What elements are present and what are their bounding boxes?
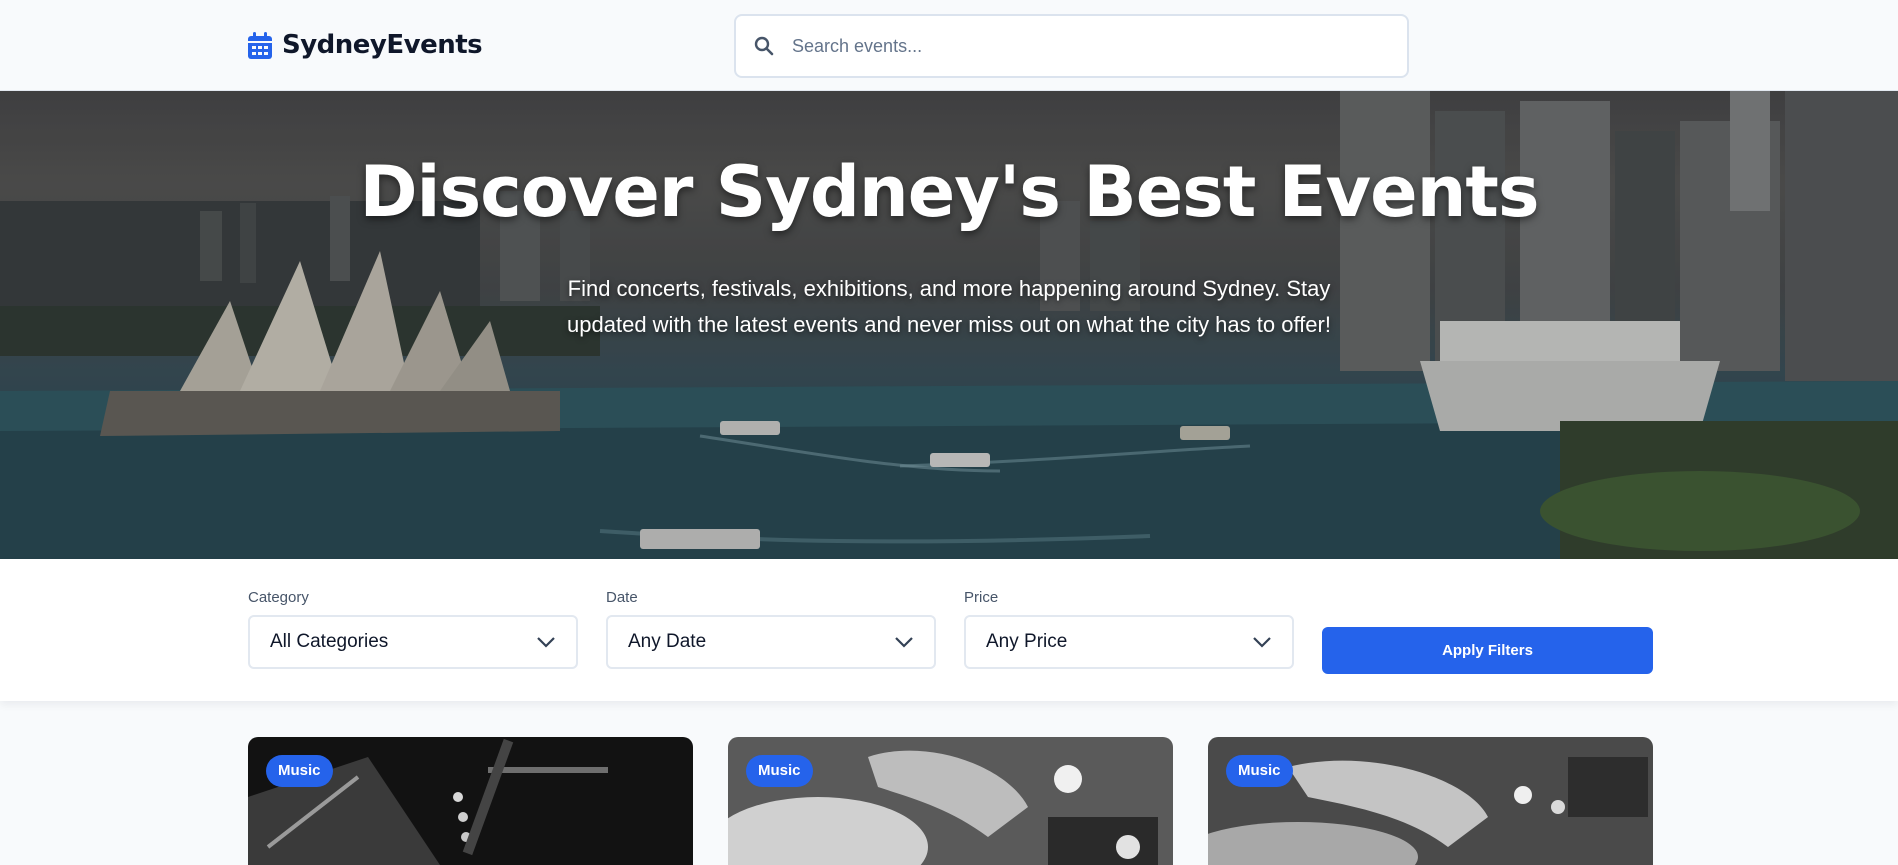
price-select[interactable]: Any Price — [964, 615, 1294, 669]
apply-filters-button[interactable]: Apply Filters — [1322, 627, 1653, 674]
event-card[interactable]: Music — [728, 737, 1173, 865]
search-icon — [754, 36, 774, 56]
category-filter: Category All Categories — [248, 589, 578, 669]
chevron-down-icon — [1253, 637, 1271, 648]
category-badge: Music — [1226, 755, 1293, 787]
brand-name: SydneyEvents — [282, 30, 483, 60]
date-value: Any Date — [628, 631, 707, 652]
hero-title: Discover Sydney's Best Events — [359, 151, 1539, 233]
category-badge: Music — [266, 755, 333, 787]
price-label: Price — [964, 589, 999, 606]
hero-subtitle: Find concerts, festivals, exhibitions, a… — [567, 276, 1331, 337]
calendar-icon — [248, 31, 272, 59]
filter-bar: Category All Categories Date Any Date Pr… — [0, 559, 1898, 701]
brand-logo[interactable]: SydneyEvents — [248, 30, 483, 60]
price-filter: Price Any Price — [964, 589, 1294, 669]
date-select[interactable]: Any Date — [606, 615, 936, 669]
category-badge: Music — [746, 755, 813, 787]
category-label: Category — [248, 589, 309, 606]
chevron-down-icon — [895, 637, 913, 648]
date-label: Date — [606, 589, 638, 606]
category-select[interactable]: All Categories — [248, 615, 578, 669]
category-value: All Categories — [270, 631, 389, 652]
price-value: Any Price — [986, 631, 1068, 652]
date-filter: Date Any Date — [606, 589, 936, 669]
hero-banner: Discover Sydney's Best Events Find conce… — [0, 91, 1898, 559]
chevron-down-icon — [537, 637, 555, 648]
search-input[interactable] — [792, 35, 1352, 57]
event-card[interactable]: Music — [1208, 737, 1653, 865]
event-card[interactable]: Music — [248, 737, 693, 865]
site-header: SydneyEvents — [0, 0, 1898, 91]
search-bar[interactable] — [734, 14, 1409, 78]
